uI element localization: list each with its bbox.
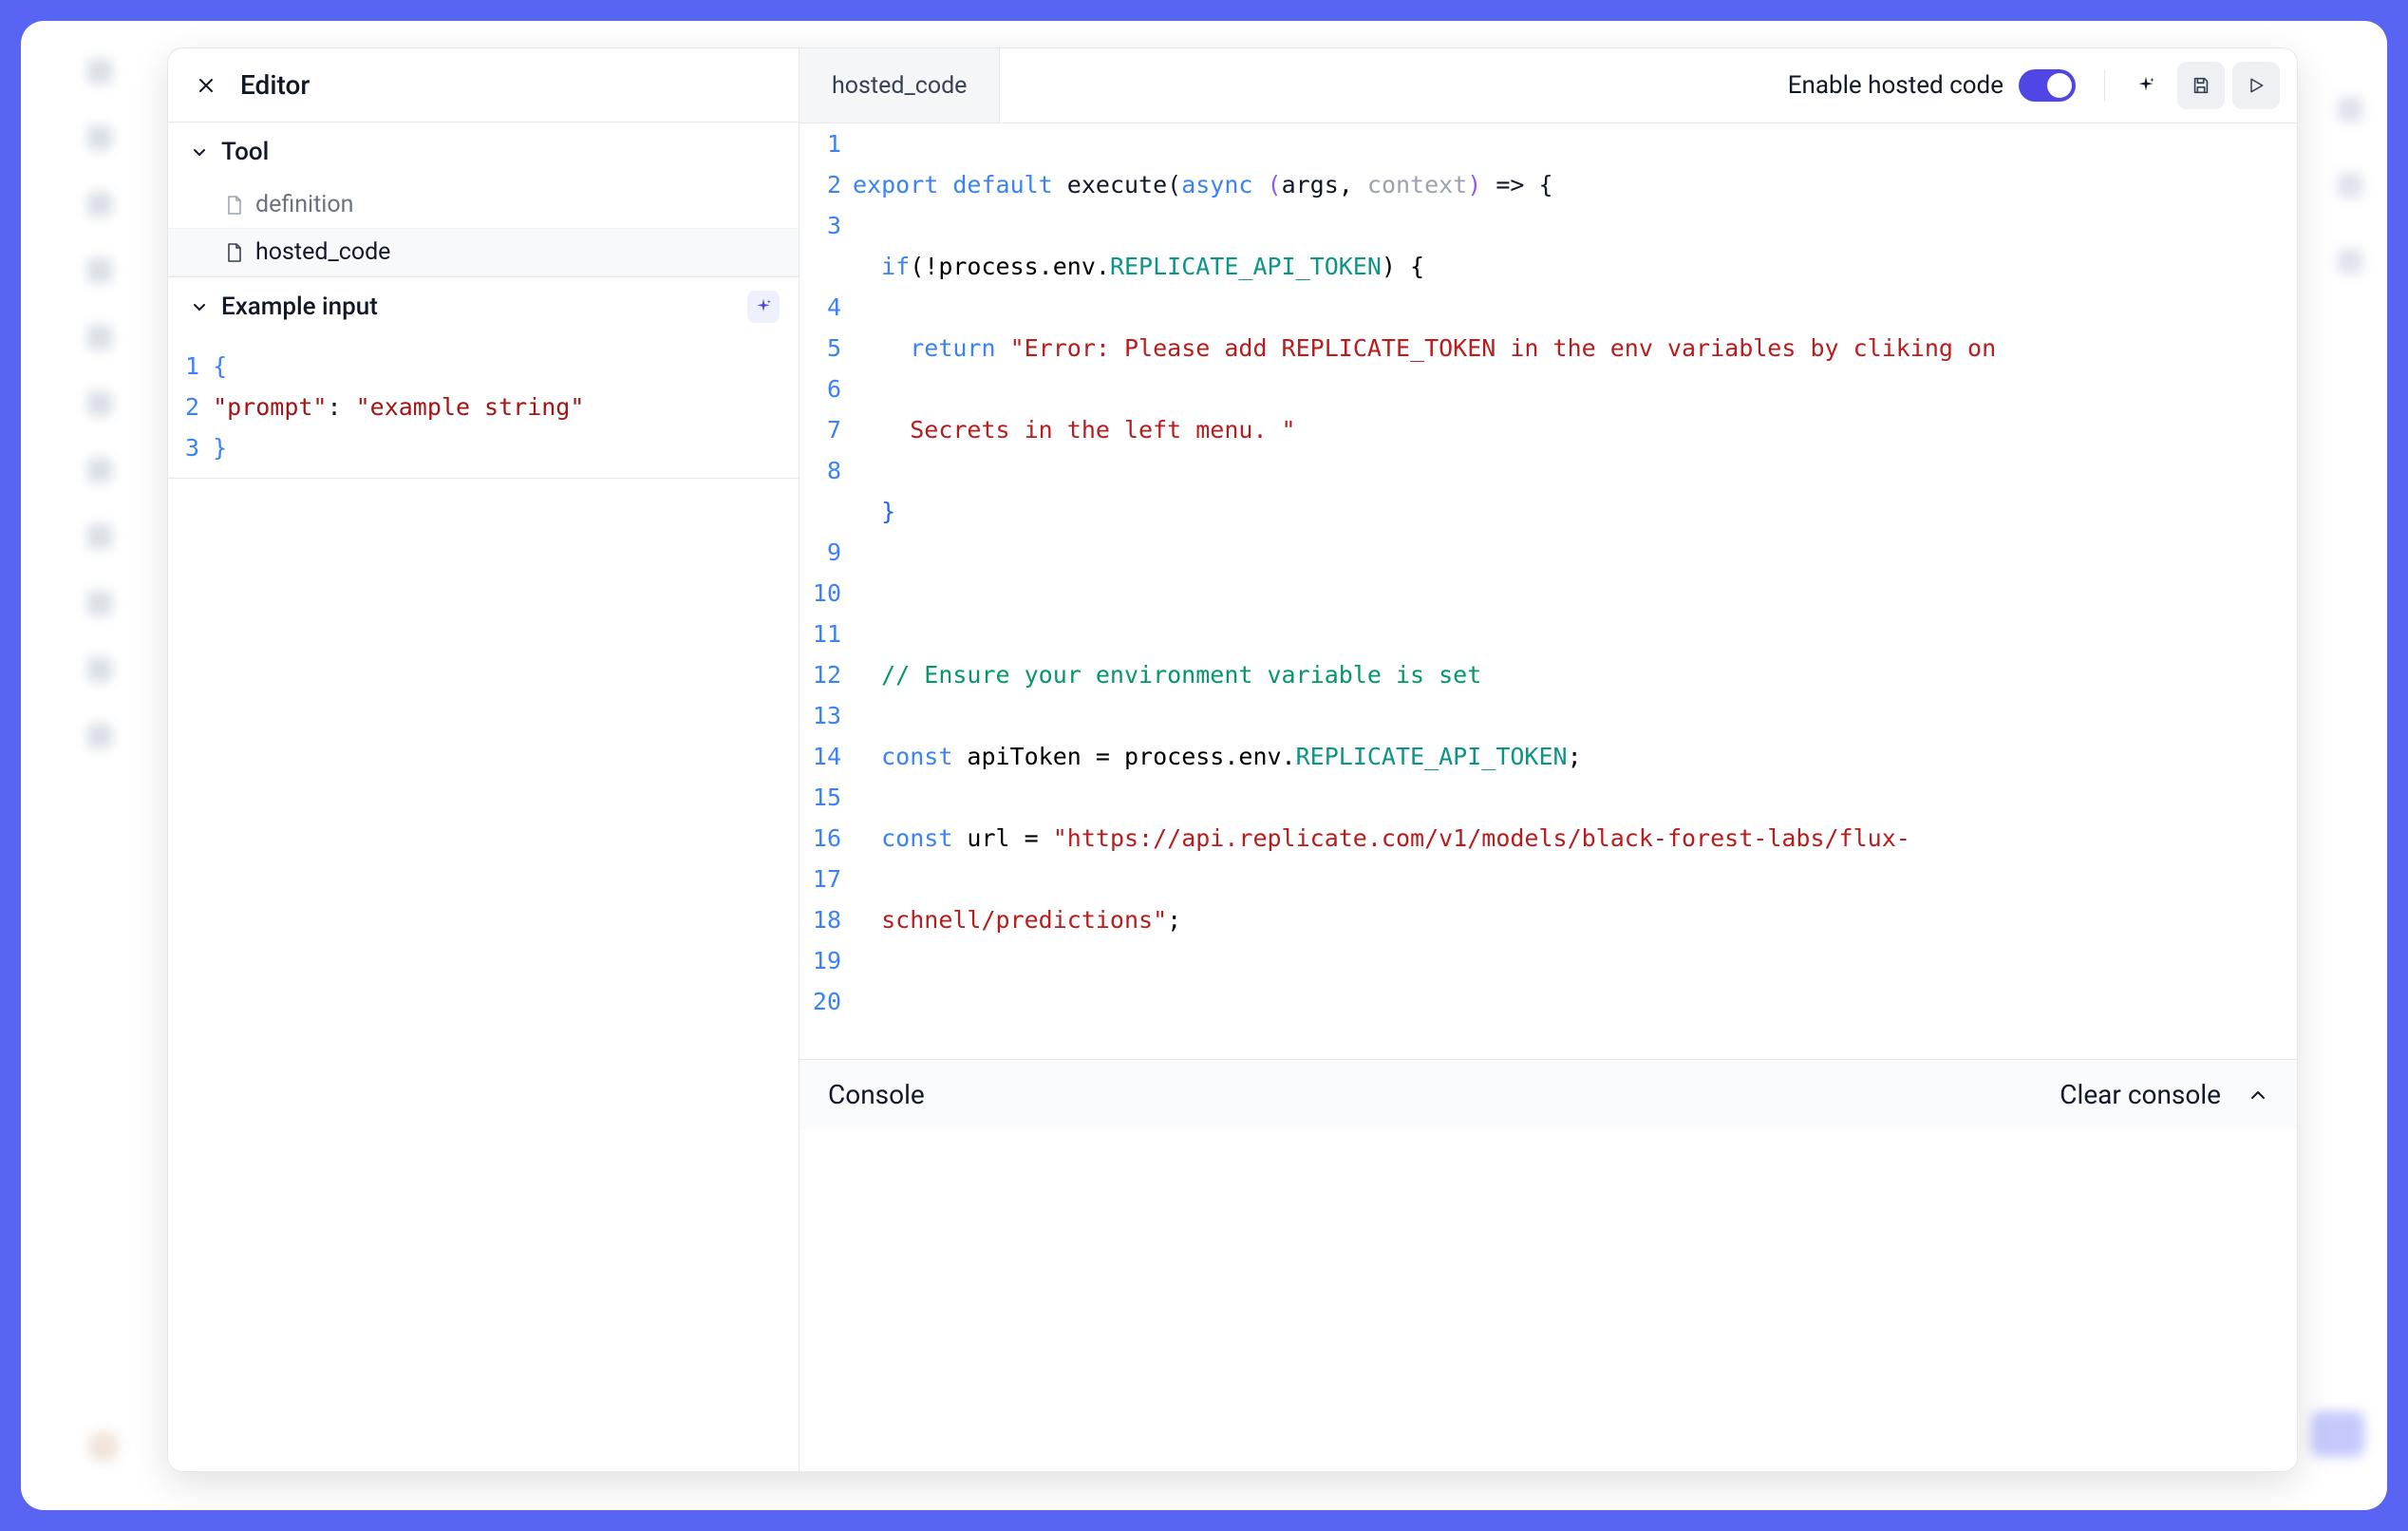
line-number: 3	[185, 427, 199, 468]
close-icon[interactable]	[195, 74, 217, 97]
run-icon[interactable]	[2232, 62, 2280, 109]
editor-title: Editor	[240, 69, 310, 101]
example-input-label: Example input	[221, 293, 378, 321]
example-input-editor[interactable]: 1 2 3 { "prompt": "example string" }	[168, 336, 799, 478]
left-panel: Editor Tool definition	[168, 48, 800, 1471]
tree-item-definition[interactable]: definition	[168, 181, 799, 229]
enable-hosted-code-toggle[interactable]	[2019, 69, 2076, 102]
editor-modal: Editor Tool definition	[167, 47, 2298, 1472]
sparkle-icon[interactable]	[747, 291, 780, 323]
file-icon	[225, 195, 244, 216]
code-text: "prompt"	[213, 393, 327, 421]
code-text: }	[213, 434, 227, 462]
chevron-down-icon	[191, 298, 208, 315]
enable-hosted-code-label: Enable hosted code	[1788, 71, 2004, 100]
code-text: "example string"	[356, 393, 585, 421]
save-icon[interactable]	[2177, 62, 2225, 109]
chevron-down-icon	[191, 143, 208, 161]
console-label: Console	[828, 1079, 925, 1110]
tree-item-label: hosted_code	[255, 238, 390, 266]
sparkle-icon[interactable]	[2122, 62, 2170, 109]
tool-section-label: Tool	[221, 138, 269, 166]
tool-section: Tool definition hosted_code	[168, 123, 799, 277]
console-bar: Console Clear console	[800, 1059, 2297, 1129]
clear-console-button[interactable]: Clear console	[2060, 1079, 2221, 1110]
console-body	[800, 1129, 2297, 1471]
divider	[2104, 69, 2105, 102]
example-input-header[interactable]: Example input	[168, 277, 799, 336]
code-editor[interactable]: 1 2 3 4 5 6 7 8 9 10 11 12 1	[800, 123, 2297, 1059]
file-icon	[225, 242, 244, 263]
code-text: {	[213, 352, 227, 380]
example-input-section: Example input 1 2 3 { "pr	[168, 277, 799, 479]
tab-hosted-code[interactable]: hosted_code	[800, 48, 1000, 123]
right-panel: hosted_code Enable hosted code	[800, 48, 2297, 1471]
line-number: 1	[185, 346, 199, 387]
tab-bar: hosted_code Enable hosted code	[800, 48, 2297, 123]
chevron-up-icon[interactable]	[2248, 1085, 2268, 1106]
tree-item-hosted-code[interactable]: hosted_code	[168, 229, 799, 276]
code-area: export default execute(async (args, cont…	[853, 123, 2297, 1059]
tree-item-label: definition	[255, 191, 353, 218]
editor-header: Editor	[168, 48, 799, 123]
line-number: 2	[185, 387, 199, 427]
tool-section-header[interactable]: Tool	[168, 123, 799, 181]
gutter: 1 2 3 4 5 6 7 8 9 10 11 12 1	[800, 123, 853, 1059]
code-text: :	[327, 393, 355, 421]
